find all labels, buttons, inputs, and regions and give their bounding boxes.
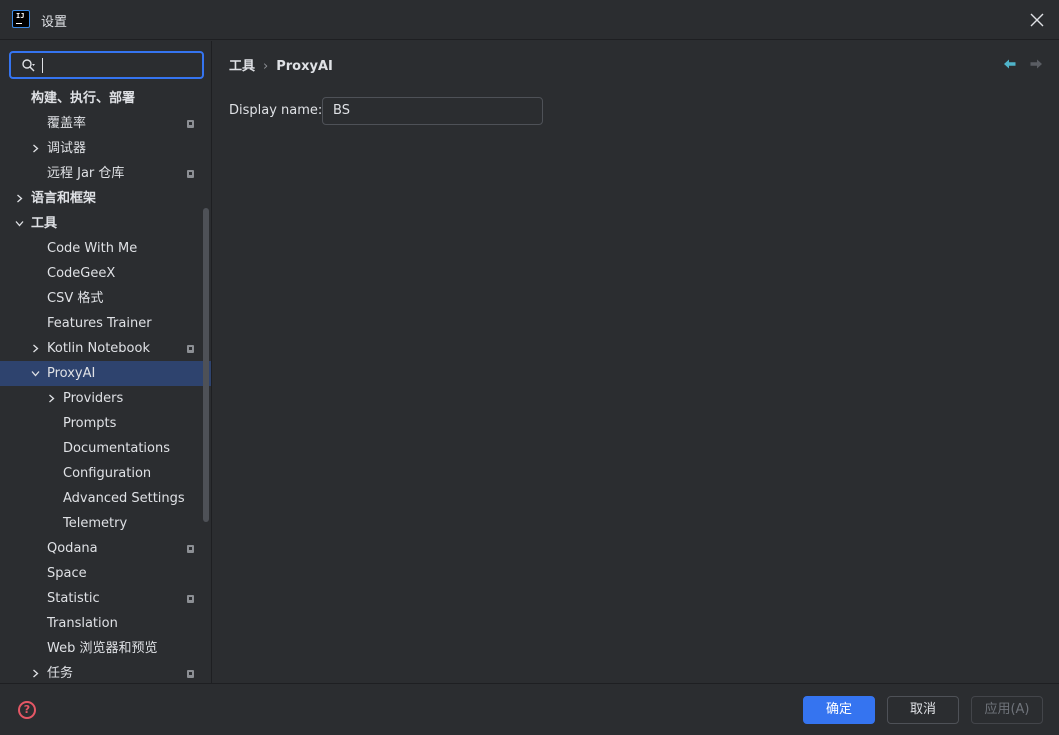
tree-item[interactable]: Kotlin Notebook [0, 336, 211, 361]
tree-item[interactable]: 语言和框架 [0, 186, 211, 211]
tree-item[interactable]: Configuration [0, 461, 211, 486]
tree-item[interactable]: CSV 格式 [0, 286, 211, 311]
arrow-left-icon[interactable] [1004, 59, 1016, 69]
chevron-right-icon[interactable] [31, 144, 40, 153]
tree-item-label: Telemetry [63, 516, 128, 531]
tree-item-label: 构建、执行、部署 [31, 91, 136, 106]
tree-item-label: 语言和框架 [31, 191, 97, 206]
tree-item-label: Prompts [63, 416, 117, 431]
lock-icon [187, 670, 194, 678]
chevron-down-icon[interactable] [15, 219, 24, 228]
settings-content: 工具 › ProxyAI Display name: BS [213, 41, 1059, 683]
tree-item[interactable]: Statistic [0, 586, 211, 611]
tree-item[interactable]: 工具 [0, 211, 211, 236]
intellij-app-icon: IJ [12, 10, 30, 28]
tree-item[interactable]: 调试器 [0, 136, 211, 161]
text-caret [42, 58, 43, 73]
tree-item-label: ProxyAI [47, 366, 96, 381]
help-circle-icon[interactable]: ? [18, 701, 36, 719]
lock-icon [187, 345, 194, 353]
lock-icon [187, 170, 194, 178]
tree-item[interactable]: Space [0, 561, 211, 586]
breadcrumb: 工具 › ProxyAI [229, 55, 333, 74]
title-bar: IJ 设置 [0, 0, 1059, 40]
tree-item[interactable]: Advanced Settings [0, 486, 211, 511]
tree-item-label: Qodana [47, 541, 98, 556]
tree-item[interactable]: 远程 Jar 仓库 [0, 161, 211, 186]
dialog-footer: ? 确定 取消 应用(A) [0, 683, 1059, 735]
breadcrumb-current: ProxyAI [276, 59, 333, 74]
tree-item[interactable]: Qodana [0, 536, 211, 561]
tree-item[interactable]: 覆盖率 [0, 111, 211, 136]
tree-item[interactable]: Telemetry [0, 511, 211, 536]
tree-item-label: 工具 [31, 216, 58, 231]
tree-item[interactable]: Providers [0, 386, 211, 411]
display-name-input[interactable]: BS [322, 97, 543, 125]
tree-item[interactable]: CodeGeeX [0, 261, 211, 286]
tree-item-label: Features Trainer [47, 316, 152, 331]
tree-item[interactable]: Web 浏览器和预览 [0, 636, 211, 661]
tree-item-label: Code With Me [47, 241, 138, 256]
tree-item-label: Web 浏览器和预览 [47, 641, 158, 656]
tree-item-label: Space [47, 566, 87, 581]
tree-item[interactable]: Documentations [0, 436, 211, 461]
cancel-button[interactable]: 取消 [887, 696, 959, 724]
tree-item-label: Providers [63, 391, 124, 406]
chevron-right-icon[interactable] [15, 194, 24, 203]
window-title: 设置 [41, 15, 68, 30]
tree-item-label: Kotlin Notebook [47, 341, 150, 356]
display-name-label: Display name: [229, 103, 323, 118]
app-icon-text: IJ [16, 12, 25, 20]
apply-button[interactable]: 应用(A) [971, 696, 1043, 724]
tree-item[interactable]: ProxyAI [0, 361, 211, 386]
tree-item-label: 远程 Jar 仓库 [47, 166, 125, 181]
tree-item[interactable]: Prompts [0, 411, 211, 436]
lock-icon [187, 120, 194, 128]
tree-item-label: Statistic [47, 591, 100, 606]
lock-icon [187, 595, 194, 603]
chevron-right-icon[interactable] [31, 344, 40, 353]
tree-item[interactable]: 构建、执行、部署 [0, 86, 211, 111]
tree-item-label: 调试器 [47, 141, 87, 156]
search-input[interactable] [45, 55, 195, 75]
tree-item[interactable]: Code With Me [0, 236, 211, 261]
breadcrumb-separator: › [263, 59, 269, 74]
settings-sidebar: 构建、执行、部署覆盖率调试器远程 Jar 仓库语言和框架工具 Code With … [0, 41, 212, 683]
chevron-down-icon[interactable] [31, 369, 40, 378]
tree-item-label: CSV 格式 [47, 291, 104, 306]
tree-item-label: Configuration [63, 466, 152, 481]
tree-item-label: 覆盖率 [47, 116, 87, 131]
tree-item-label: Translation [47, 616, 118, 631]
chevron-right-icon[interactable] [47, 394, 56, 403]
ok-button[interactable]: 确定 [803, 696, 875, 724]
lock-icon [187, 545, 194, 553]
sidebar-scrollbar[interactable] [203, 208, 209, 522]
chevron-right-icon[interactable] [31, 669, 40, 678]
close-button[interactable] [1023, 6, 1051, 34]
breadcrumb-parent[interactable]: 工具 [229, 59, 255, 74]
close-icon [1030, 13, 1044, 27]
tree-item-label: CodeGeeX [47, 266, 116, 281]
arrow-right-icon[interactable] [1030, 59, 1042, 69]
search-field[interactable] [9, 51, 204, 79]
search-icon [22, 59, 35, 72]
tree-item[interactable]: Features Trainer [0, 311, 211, 336]
tree-item[interactable]: Translation [0, 611, 211, 636]
tree-item-label: Documentations [63, 441, 170, 456]
tree-item-label: Advanced Settings [63, 491, 185, 506]
